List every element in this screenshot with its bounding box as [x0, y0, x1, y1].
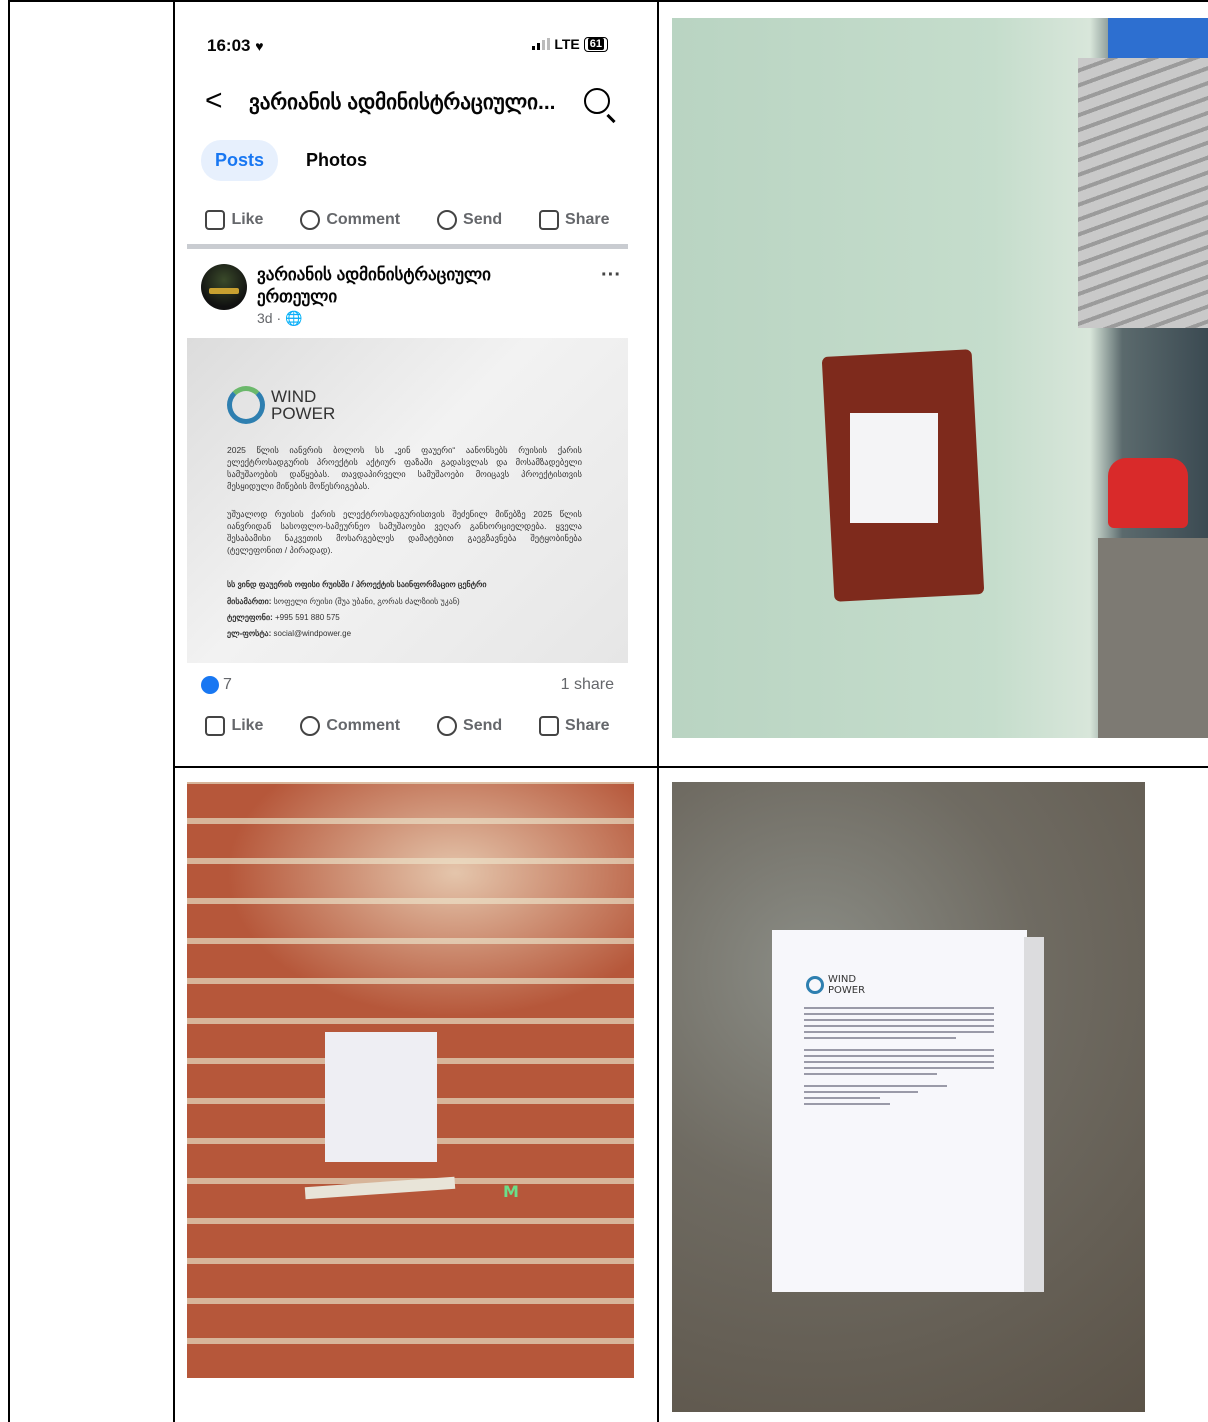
messenger-icon	[437, 716, 458, 736]
share-count[interactable]: 1 share	[561, 676, 614, 694]
column-divider-1	[173, 0, 175, 1422]
tape-strip	[304, 1176, 456, 1200]
facebook-post-screenshot: 16:03 ♥ LTE 61 < ვარიანის ადმინისტრაციულ…	[187, 18, 628, 760]
thumbs-up-icon	[205, 210, 226, 230]
page-header: < ვარიანის ადმინისტრაციული...	[187, 82, 628, 122]
action-bar-bottom: Like Comment Send Share	[187, 716, 628, 736]
heart-icon: ♥	[255, 38, 264, 54]
like-button[interactable]: Like	[205, 716, 263, 736]
network-label: LTE	[554, 36, 580, 52]
post-image[interactable]: WIND POWER 2025 წლის იანვრის ბოლოს სს „ვი…	[187, 338, 628, 663]
divider	[187, 244, 628, 249]
comment-button[interactable]: Comment	[300, 716, 400, 736]
column-divider-2	[657, 0, 659, 1422]
messenger-icon	[437, 210, 458, 230]
wind-power-logo-icon	[806, 976, 824, 994]
graffiti-mark: M	[503, 1182, 519, 1201]
thumbs-up-icon	[205, 716, 226, 736]
status-time: 16:03 ♥	[207, 36, 264, 55]
reaction-count[interactable]: 7	[201, 676, 232, 694]
left-border	[8, 0, 10, 1422]
photo-poster-on-rusty-surface: WIND POWER	[672, 782, 1145, 1412]
signal-icon	[532, 38, 551, 50]
notice-text-lines	[804, 1007, 994, 1109]
metal-roof	[1078, 58, 1208, 328]
red-car	[1108, 458, 1188, 528]
row-divider	[173, 766, 1208, 768]
ground	[1098, 538, 1208, 738]
page-title: ვარიანის ადმინისტრაციული...	[249, 91, 556, 114]
posted-notice	[325, 1032, 437, 1162]
announcement-paragraph-2: უშუალოდ რუისის ქარის ელექტროსადგურისთვის…	[227, 509, 582, 555]
office-name: სს ვინდ ფაუერის ოფისი რუისში / პროექტის …	[227, 580, 487, 589]
office-email: ელ-ფოსტა: social@windpower.ge	[227, 629, 352, 638]
wind-power-logo-icon	[227, 386, 265, 424]
avatar[interactable]	[201, 264, 247, 310]
like-reaction-icon	[201, 676, 219, 694]
tab-posts[interactable]: Posts	[201, 140, 279, 181]
photo-poster-on-brick-wall: M	[187, 782, 634, 1378]
wind-power-logo: WIND POWER	[227, 386, 335, 424]
top-border	[8, 0, 1208, 2]
sheet-protector-edge	[1024, 937, 1044, 1292]
action-bar-top: Like Comment Send Share	[187, 210, 628, 230]
post-author[interactable]: ვარიანის ადმინისტრაციული ერთეული	[257, 264, 557, 308]
peeling-paint	[187, 782, 634, 1042]
tab-photos[interactable]: Photos	[292, 140, 381, 181]
more-options-button[interactable]: ···	[601, 264, 621, 287]
comment-icon	[300, 210, 321, 230]
send-button[interactable]: Send	[437, 716, 502, 736]
photo-poster-on-green-wall	[672, 18, 1208, 738]
tab-bar: Posts Photos	[201, 140, 381, 181]
office-phone: ტელეფონი: +995 591 880 575	[227, 613, 340, 622]
office-address: მისამართი: სოფელი რუისი (შუა უბანი, გორა…	[227, 597, 460, 606]
share-button[interactable]: Share	[539, 716, 610, 736]
share-icon	[539, 716, 560, 736]
send-button[interactable]: Send	[437, 210, 502, 230]
posted-notice	[850, 413, 938, 523]
post-meta: 3d · 🌐	[257, 310, 303, 326]
share-button[interactable]: Share	[539, 210, 610, 230]
like-button[interactable]: Like	[205, 210, 263, 230]
wind-power-logo: WIND POWER	[806, 974, 865, 996]
comment-icon	[300, 716, 321, 736]
share-icon	[539, 210, 560, 230]
status-indicators: LTE 61	[532, 36, 608, 52]
search-icon[interactable]	[584, 88, 610, 114]
back-icon[interactable]: <	[205, 84, 223, 118]
battery-icon: 61	[583, 36, 608, 52]
comment-button[interactable]: Comment	[300, 210, 400, 230]
globe-icon: 🌐	[285, 310, 303, 326]
announcement-paragraph-1: 2025 წლის იანვრის ბოლოს სს „ვინ ფაუერი“ …	[227, 445, 582, 491]
